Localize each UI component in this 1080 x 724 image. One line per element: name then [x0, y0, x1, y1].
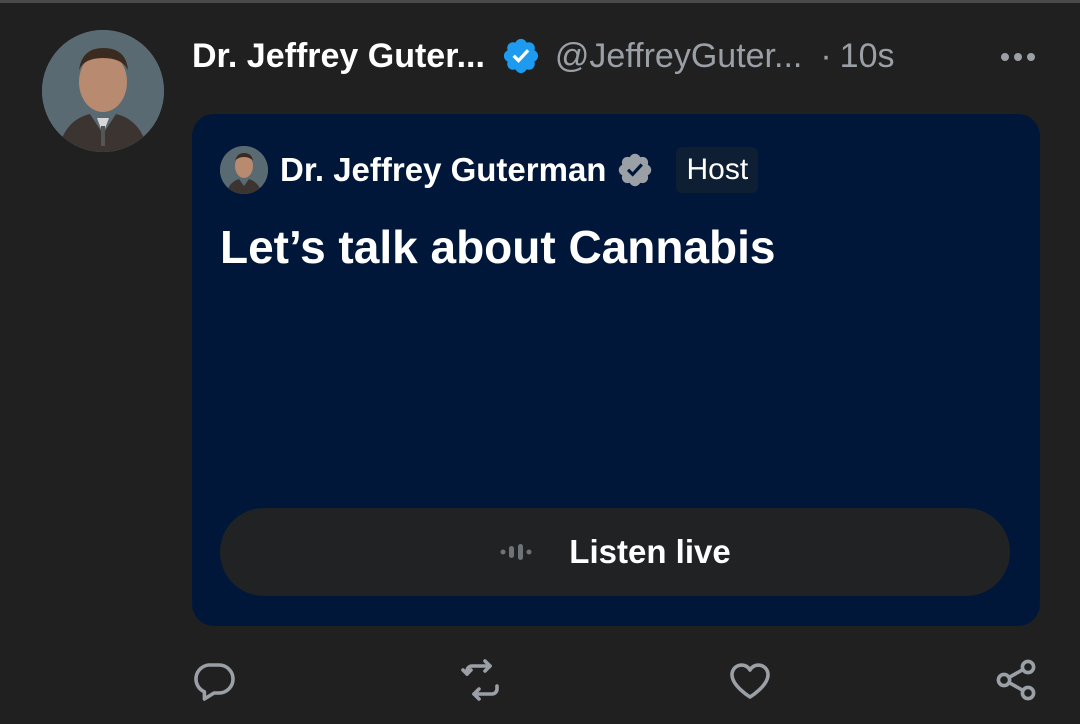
retweet-icon[interactable]	[458, 656, 506, 704]
listen-live-button[interactable]: Listen live	[220, 508, 1010, 596]
listen-live-label: Listen live	[569, 533, 731, 570]
timestamp[interactable]: 10s	[840, 37, 895, 76]
audio-wave-icon	[499, 542, 535, 562]
space-title: Let’s talk about Cannabis	[220, 221, 776, 273]
space-card[interactable]: Dr. Jeffrey Guterman Host Let’s talk abo…	[192, 114, 1040, 626]
verified-badge-icon	[501, 36, 541, 76]
tweet-header: Dr. Jeffrey Guter... @JeffreyGuter... · …	[192, 30, 1052, 82]
host-row: Dr. Jeffrey Guterman Host	[220, 146, 759, 194]
host-badge: Host	[676, 147, 759, 193]
action-bar	[0, 656, 1080, 706]
share-icon[interactable]	[992, 656, 1040, 704]
host-avatar	[220, 146, 268, 194]
author-avatar[interactable]	[42, 30, 164, 152]
more-horizontal-icon[interactable]	[1000, 52, 1036, 62]
separator-dot: ·	[820, 36, 832, 75]
heart-icon[interactable]	[726, 656, 774, 704]
verified-badge-gray-icon	[616, 151, 654, 189]
host-name: Dr. Jeffrey Guterman	[280, 151, 607, 188]
author-name[interactable]: Dr. Jeffrey Guter...	[192, 37, 485, 76]
author-handle[interactable]: @JeffreyGuter...	[555, 37, 802, 76]
top-divider	[0, 0, 1080, 3]
reply-icon[interactable]	[190, 656, 238, 704]
